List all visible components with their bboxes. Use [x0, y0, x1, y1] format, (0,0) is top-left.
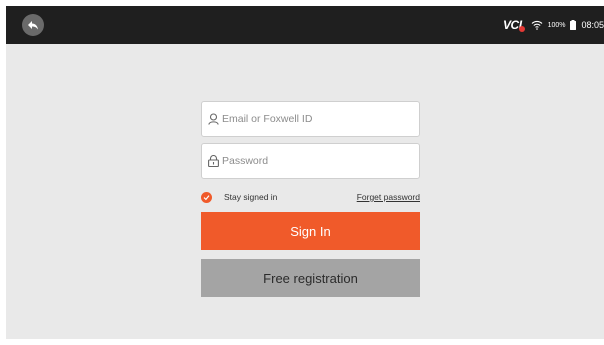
clock: 08:05 — [581, 20, 604, 30]
password-placeholder: Password — [222, 155, 269, 167]
back-arrow-icon — [28, 21, 38, 30]
free-registration-button[interactable]: Free registration — [201, 259, 420, 297]
email-placeholder: Email or Foxwell ID — [222, 113, 313, 125]
battery-icon — [570, 20, 577, 30]
lock-icon — [208, 155, 219, 167]
remember-row: Stay signed in Forget password — [201, 189, 420, 205]
wifi-icon — [531, 20, 542, 30]
vci-status-dot — [518, 26, 525, 32]
email-field[interactable]: Email or Foxwell ID — [201, 101, 420, 137]
checkmark-icon — [203, 194, 210, 200]
password-field[interactable]: Password — [201, 143, 420, 179]
user-icon — [208, 113, 219, 125]
status-area: VCI 100% 08:05 — [503, 6, 604, 44]
stay-signed-in-label: Stay signed in — [224, 192, 278, 202]
forget-password-link[interactable]: Forget password — [357, 192, 420, 202]
sign-in-button[interactable]: Sign In — [201, 212, 420, 250]
back-button[interactable] — [22, 14, 44, 36]
app-screen: VCI 100% 08:05 Email or Foxwell ID Passw… — [6, 6, 604, 339]
stay-signed-in-checkbox[interactable] — [201, 191, 212, 203]
battery-percent: 100% — [547, 21, 566, 29]
vci-indicator: VCI — [503, 18, 525, 32]
top-bar: VCI 100% 08:05 — [6, 6, 604, 44]
